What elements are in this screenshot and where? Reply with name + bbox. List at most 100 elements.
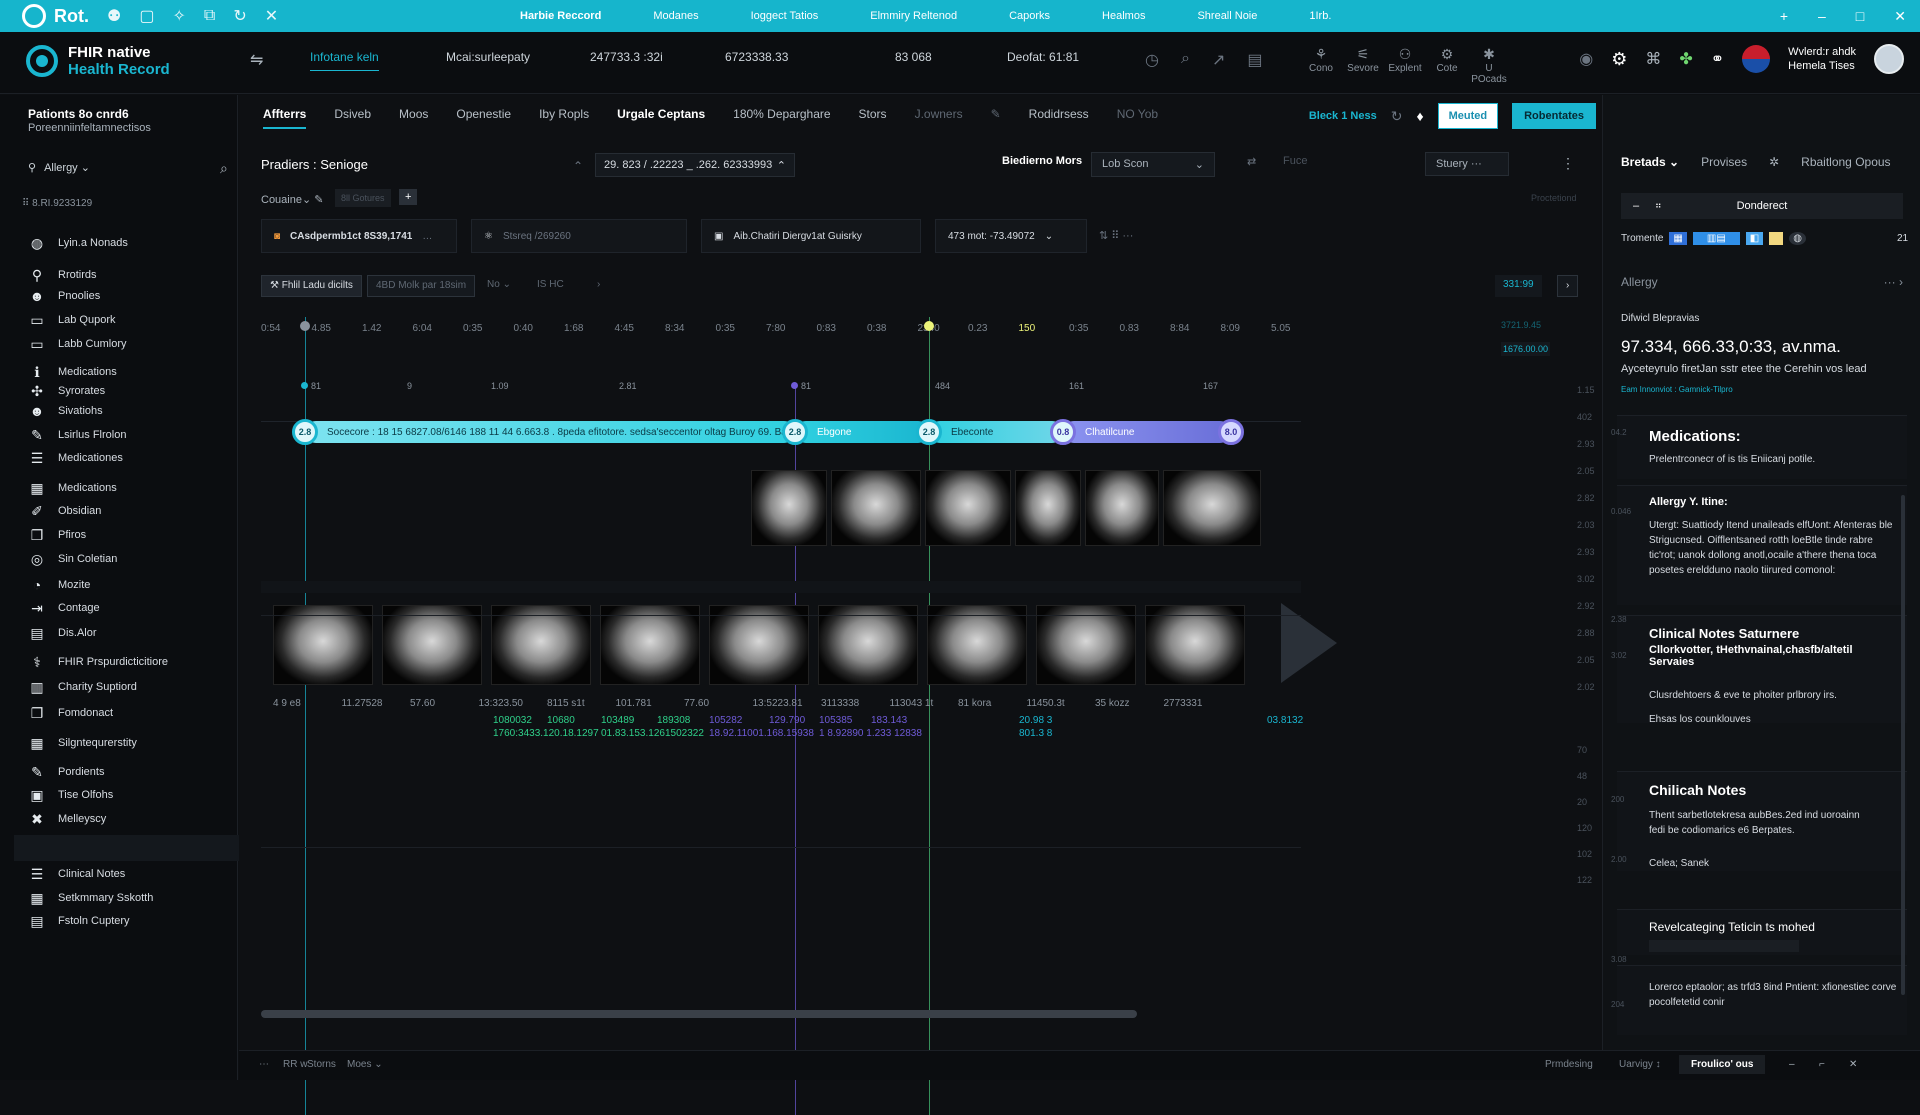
tab-stors[interactable]: Stors: [859, 107, 887, 129]
sidebar-item[interactable]: ☻ Sivatiohs: [28, 403, 103, 419]
allergy-section-header[interactable]: Allergy ··· ›: [1621, 275, 1903, 289]
scan-thumbnail[interactable]: [600, 605, 700, 685]
sidebar-item[interactable]: ▤ Fstoln Cuptery: [28, 913, 129, 929]
timeline-bar-main[interactable]: Socecore : 18 15 6827.08/6146 188 11 44 …: [305, 421, 795, 443]
sidebar-item[interactable]: ✎ Lsirlus Flrolon: [28, 427, 126, 443]
right-panel-scrollbar[interactable]: [1901, 495, 1905, 995]
collapse-panel-button[interactable]: ›: [1557, 275, 1579, 297]
tab-dsiveb[interactable]: Dsiveb: [334, 107, 371, 129]
allergy-card[interactable]: Allergy Y. Itine: Utergt: Suattiody Iten…: [1617, 485, 1907, 605]
allergy-filter[interactable]: ⚲ Allergy ⌄: [28, 161, 90, 174]
tool-chip[interactable]: ◧: [1745, 232, 1764, 245]
header-field[interactable]: 247733.3 :32i: [590, 50, 663, 64]
scan-thumbnail[interactable]: [1163, 470, 1261, 546]
more-icon[interactable]: ⋯: [259, 1059, 269, 1070]
menu-item[interactable]: Caporks: [1009, 10, 1050, 22]
sidebar-item[interactable]: ▭ Lab Qupork: [28, 312, 115, 328]
status-item[interactable]: Prmdesing: [1545, 1059, 1593, 1070]
tab-iby-ropls[interactable]: Iby Ropls: [539, 107, 589, 129]
filter-chip[interactable]: 4BD Molk par 18sim: [367, 275, 476, 297]
tab-jowners[interactable]: J.owners: [915, 107, 963, 129]
sidebar-item[interactable]: ☰ Clinical Notes: [28, 866, 126, 882]
timeline-marker[interactable]: 161: [1059, 381, 1084, 391]
sub-filter[interactable]: Couaine⌄ ✎: [261, 193, 323, 206]
tools-icon[interactable]: ✕: [265, 6, 278, 26]
bleck-ness-link[interactable]: Bleck 1 Ness: [1309, 110, 1377, 122]
scan-thumbnail[interactable]: [1145, 605, 1245, 685]
search-icon[interactable]: ⌕: [1181, 50, 1190, 70]
sidebar-item[interactable]: ◍ Lyin.a Nonads: [28, 235, 128, 251]
scan-thumbnail[interactable]: [491, 605, 591, 685]
status-item[interactable]: Moes ⌄: [347, 1059, 383, 1070]
tool-sevore[interactable]: ⚟ Sevore: [1342, 46, 1384, 85]
more-icon[interactable]: ⋮: [1561, 155, 1575, 172]
sidebar-item[interactable]: ✣ Syrorates: [28, 383, 105, 399]
sidebar-item[interactable]: ❐ Pfiros: [28, 527, 86, 543]
tab-moos[interactable]: Moos: [399, 107, 428, 129]
avatar[interactable]: [1874, 44, 1904, 74]
sidebar-item[interactable]: ⚕ FHIR Prspurdicticitiore: [28, 654, 168, 670]
header-field[interactable]: 6723338.33: [725, 50, 788, 64]
sidebar-item[interactable]: ✎ Pordients: [28, 764, 104, 780]
rp-select[interactable]: – ⠶ Donderect: [1621, 193, 1903, 219]
status-item[interactable]: RR w: [283, 1059, 307, 1070]
refresh-icon[interactable]: ↻: [1391, 108, 1403, 125]
sidebar-item[interactable]: ℹ Medications: [28, 364, 116, 380]
tool-explent[interactable]: ⚇ Explent: [1384, 46, 1426, 85]
scan-select[interactable]: Lob Scon ⌄: [1091, 152, 1215, 177]
close-icon[interactable]: ✕: [1849, 1059, 1857, 1070]
tab-urgale-ceptans[interactable]: Urgale Ceptans: [617, 107, 705, 129]
minimize-icon[interactable]: –: [1789, 1059, 1795, 1070]
clock-icon[interactable]: ◷: [1145, 50, 1159, 70]
network-icon[interactable]: ⌘: [1645, 49, 1661, 69]
sidebar-item[interactable]: ▦ Medications: [28, 480, 116, 496]
sidebar-item[interactable]: ⇥ Contage: [28, 600, 99, 616]
tool-upcoads[interactable]: ✱ U POcads: [1468, 46, 1510, 85]
timeline-bar-ebgone[interactable]: Ebgone: [795, 421, 929, 443]
timeline-node[interactable]: 8.0: [1218, 419, 1244, 445]
scan-thumbnail[interactable]: [1015, 470, 1081, 546]
refresh-icon[interactable]: ↻: [233, 6, 246, 26]
filter-chip-active[interactable]: ⚒ Fhlil Ladu dicilts: [261, 275, 362, 297]
scan-thumbnail[interactable]: [382, 605, 482, 685]
timeline-node[interactable]: 0.8: [1050, 419, 1076, 445]
scan-thumbnail[interactable]: [751, 470, 827, 546]
diagnosis-card[interactable]: ▣ Aib.Chatiri Diergv1at Guisrky: [701, 219, 921, 253]
minimize-button[interactable]: –: [1818, 8, 1826, 25]
tab-rodidrsess[interactable]: Rodidrsess: [1029, 107, 1089, 129]
timeline-marker[interactable]: 2.81: [609, 381, 637, 391]
edit-icon[interactable]: ↗: [1212, 50, 1225, 70]
new-window-button[interactable]: +: [1780, 8, 1788, 25]
menu-item[interactable]: Ioggect Tatios: [751, 10, 819, 22]
header-field[interactable]: Mcai:surleepaty: [446, 50, 530, 64]
gotures-chip[interactable]: 8ll Gotures: [335, 189, 391, 207]
tool-chip[interactable]: ■: [1769, 232, 1784, 245]
sidebar-item[interactable]: ▥ Charity Suptiord: [28, 679, 137, 695]
coordinate-field[interactable]: 29. 823 / .22223 _ .262. 62333993 ⌃: [595, 153, 795, 177]
timeline-marker[interactable]: 1.09: [481, 381, 509, 391]
filter-chip[interactable]: No ⌄: [479, 275, 519, 297]
tab-no-yob[interactable]: NO Yob: [1117, 107, 1158, 129]
timeline-node[interactable]: 2.8: [292, 419, 318, 445]
clinical-notes-card[interactable]: Clinical Notes Saturnere Cllorkvotter, t…: [1617, 615, 1907, 725]
timeline-bar-ebeconte[interactable]: Ebeconte: [929, 421, 1063, 443]
sidebar-item[interactable]: ☰ Medicationes: [28, 450, 123, 466]
timeline-bar-clhatilcune[interactable]: Clhatilcune: [1063, 421, 1231, 443]
meuted-button[interactable]: Meuted: [1437, 103, 1499, 129]
sidebar-item[interactable]: ▦ Silgntequrerstity: [28, 735, 137, 751]
sidebar-item[interactable]: ▣ Tise Olfohs: [28, 787, 113, 803]
gear-icon[interactable]: ⚙: [1611, 49, 1627, 70]
timeline-node[interactable]: 2.8: [782, 419, 808, 445]
sidebar-item[interactable]: ✐ Obsidian: [28, 503, 101, 519]
badge-icon[interactable]: ◉: [1579, 49, 1593, 69]
playhead-dot[interactable]: [300, 321, 310, 331]
share-icon[interactable]: ⧉: [204, 7, 215, 25]
timeline-marker[interactable]: 9: [397, 381, 412, 391]
plugin-icon[interactable]: ✤: [1679, 49, 1692, 69]
sidebar-item[interactable]: ✖ Melleyscy: [28, 811, 106, 827]
tool-cote[interactable]: ⚙ Cote: [1426, 46, 1468, 85]
menu-item[interactable]: 1Irb.: [1309, 10, 1331, 22]
record-card[interactable]: ◙ CAsdpermb1ct 8S39,1741…: [261, 219, 457, 253]
scan-thumbnail[interactable]: [925, 470, 1011, 546]
close-button[interactable]: ✕: [1894, 8, 1906, 25]
